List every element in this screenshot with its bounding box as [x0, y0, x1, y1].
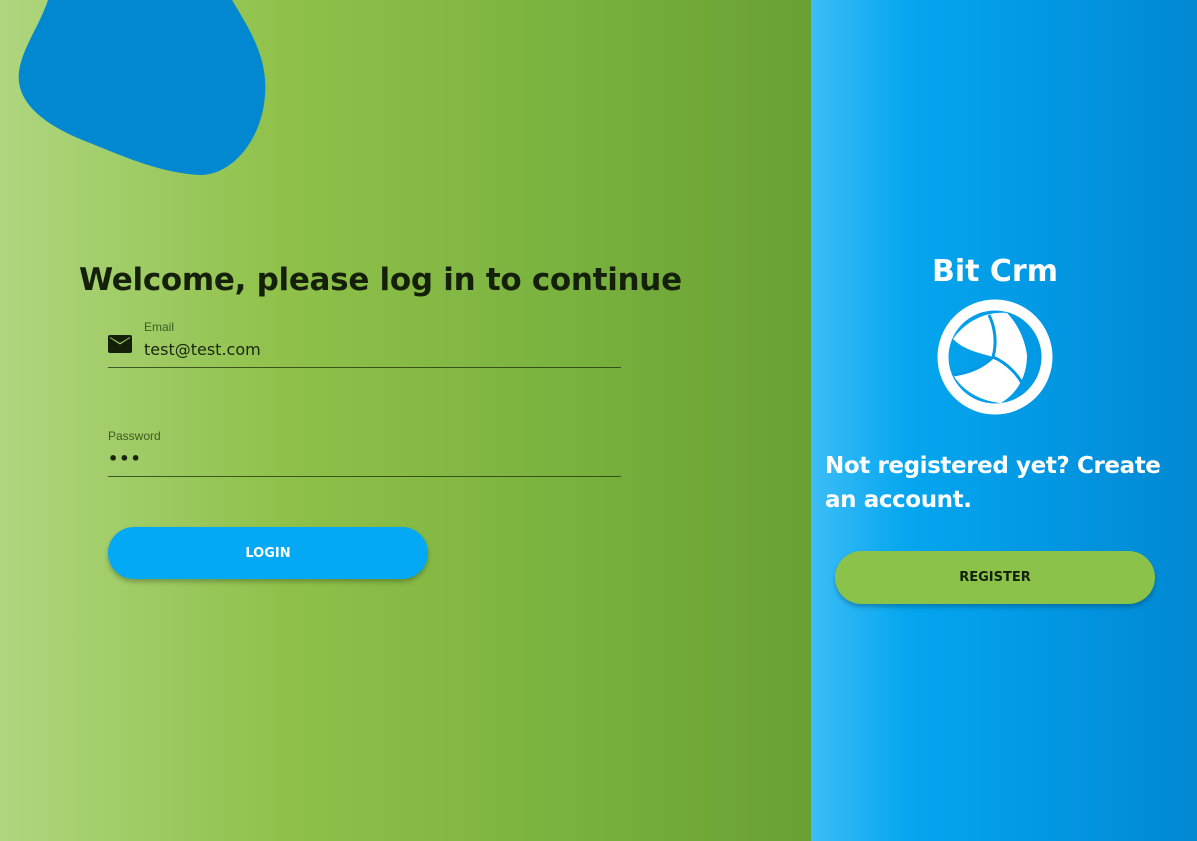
login-panel: Welcome, please log in to continue Email… — [0, 0, 811, 841]
page-title: Welcome, please log in to continue — [79, 262, 682, 298]
login-button[interactable]: LOGIN — [108, 527, 428, 579]
password-input[interactable]: ••• — [108, 449, 142, 468]
register-panel: Bit Crm Not registered yet? Create an ac… — [811, 0, 1197, 841]
email-label: Email — [144, 320, 175, 334]
register-button[interactable]: REGISTER — [835, 551, 1155, 604]
email-input[interactable]: test@test.com — [144, 340, 261, 359]
email-field[interactable]: Email test@test.com — [108, 318, 621, 368]
password-label: Password — [108, 429, 161, 443]
password-field[interactable]: Password ••• — [108, 427, 621, 477]
login-page: Welcome, please log in to continue Email… — [0, 0, 1197, 841]
decorative-blob — [18, 0, 266, 175]
mail-icon — [108, 335, 132, 353]
brand-name: Bit Crm — [931, 254, 1058, 289]
register-prompt: Not registered yet? Create an account. — [825, 453, 1161, 513]
bit-crm-logo-icon — [937, 299, 1053, 415]
